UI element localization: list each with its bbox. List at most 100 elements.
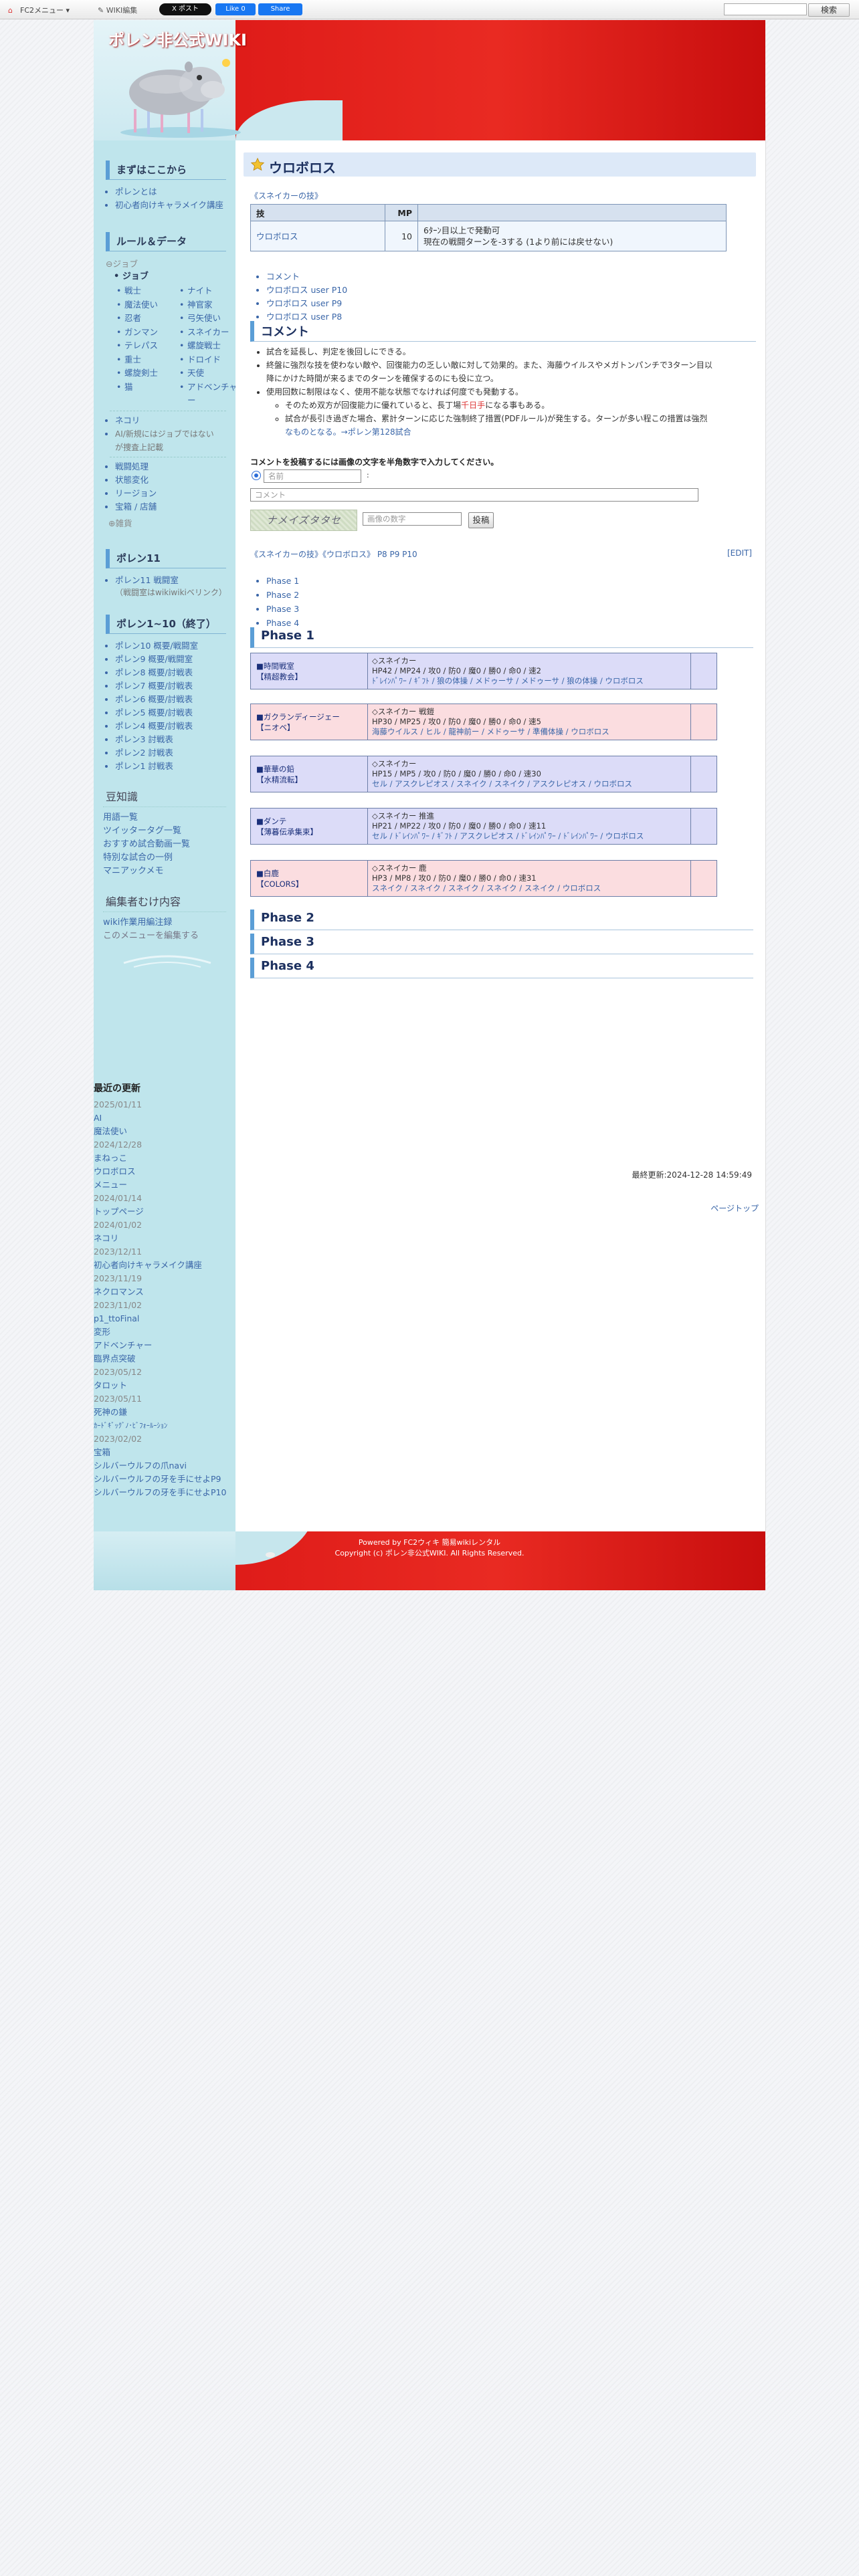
name-radio-button[interactable] (252, 471, 261, 480)
recent-page[interactable]: 宝箱 (94, 1446, 235, 1459)
recent-page[interactable]: シルバーウルフの牙を手にせよP9 (94, 1473, 235, 1486)
comment-input[interactable]: コメント (250, 488, 698, 502)
sidebar-item-status[interactable]: 状態変化 (115, 473, 227, 487)
hippo-logo-icon (120, 59, 241, 138)
sidebar-item-past-season[interactable]: ポレン7 概要/討戦表 (115, 679, 227, 693)
job-link[interactable]: ドロイド (179, 353, 240, 367)
recent-page[interactable]: 変形 (94, 1325, 235, 1339)
sidebar-item-past-season[interactable]: ポレン6 概要/討戦表 (115, 693, 227, 706)
recent-page[interactable]: AI (94, 1111, 235, 1125)
sidebar-item-battle[interactable]: 戦闘処理 (115, 460, 227, 473)
job-link[interactable]: ナイト (179, 284, 240, 298)
facebook-like-button[interactable]: Like 0 (215, 3, 256, 15)
recent-page[interactable]: p1_ttoFinal (94, 1312, 235, 1325)
category-link[interactable]: 《スネイカーの技》 (250, 190, 322, 201)
job-link[interactable]: ガンマン (116, 326, 179, 340)
sidebar-item-region[interactable]: リージョン (115, 487, 227, 500)
sidebar-item-past-season[interactable]: ポレン2 討戦表 (115, 746, 227, 760)
trivia-link[interactable]: 用語一覧 (103, 811, 226, 825)
site-title[interactable]: ポレン非公式WIKI (108, 27, 247, 50)
recent-page[interactable]: ネコリ (94, 1232, 235, 1245)
sidebar-item-treasure[interactable]: 宝箱 / 店舗 (115, 500, 227, 514)
page-top-link[interactable]: ページトップ (710, 1202, 759, 1214)
skill-effect-cell: 6ﾀｰﾝ目以上で発動可 現在の戦闘ターンを-3する (1より前には戻せない) (417, 221, 727, 251)
x-post-button[interactable]: X ポスト (159, 3, 211, 15)
sidebar-item-past-season[interactable]: ポレン5 概要/討戦表 (115, 706, 227, 720)
job-link[interactable]: 螺旋剣士 (116, 366, 179, 381)
recent-page[interactable]: タロット (94, 1379, 235, 1392)
job-subheading[interactable]: • ジョブ (106, 270, 235, 284)
phase-toc: Phase 1 Phase 2 Phase 3 Phase 4 (250, 574, 299, 630)
recent-page[interactable]: ネクロマンス (94, 1285, 235, 1299)
facebook-share-button[interactable]: Share (258, 3, 302, 15)
fc2-menu[interactable]: ⌂ FC2メニュー ▾ (8, 5, 70, 15)
job-link[interactable]: アドベンチャー (179, 381, 240, 408)
job-link[interactable]: スネイカー (179, 326, 240, 340)
phase-toc-link[interactable]: Phase 2 (266, 588, 299, 602)
misc-collapse-toggle[interactable]: ⊕雑貨 (108, 516, 235, 529)
sidebar-item-nekori[interactable]: ネコリ (115, 414, 227, 427)
job-link[interactable]: 重士 (116, 353, 179, 367)
job-link[interactable]: テレパス (116, 339, 179, 353)
sidebar-item-about[interactable]: ポレンとは (115, 185, 227, 199)
captcha-input[interactable]: 画像の数字 (363, 512, 462, 526)
phase-toc-link[interactable]: Phase 3 (266, 602, 299, 616)
post-comment-button[interactable]: 投稿 (468, 512, 494, 528)
name-input[interactable]: 名前 (264, 469, 361, 483)
job-link[interactable]: 猫 (116, 381, 179, 408)
recent-page[interactable]: 死神の鎌 (94, 1406, 235, 1419)
sidebar-item-ai-note[interactable]: AI/新規にはジョブではないが捜査上記載 (115, 427, 227, 454)
sidebar-heading-start: まずはここから (106, 160, 226, 180)
sidebar-item-past-season[interactable]: ポレン4 概要/討戦表 (115, 720, 227, 733)
toc-link[interactable]: ウロボロス user P9 (266, 297, 347, 310)
sidebar-item-past-season[interactable]: ポレン9 概要/戦闘室 (115, 653, 227, 666)
job-link[interactable]: 天使 (179, 366, 240, 381)
recent-page[interactable]: 臨界点突破 (94, 1352, 235, 1366)
recent-page[interactable]: メニュー (94, 1178, 235, 1192)
toc-link[interactable]: ウロボロス user P10 (266, 284, 347, 297)
search-button[interactable]: 検索 (808, 3, 850, 17)
recent-page[interactable]: シルバーウルフの爪navi (94, 1459, 235, 1473)
job-link[interactable]: 螺旋戦士 (179, 339, 240, 353)
editor-link[interactable]: wiki作業用編注録 (103, 916, 226, 930)
job-link[interactable]: 戦士 (116, 284, 179, 298)
recent-page[interactable]: トップページ (94, 1205, 235, 1218)
sidebar-heading-p11: ポレン11 (106, 548, 226, 568)
last-updated: 最終更新:2024-12-28 14:59:49 (632, 1170, 753, 1180)
edit-section-link[interactable]: [EDIT] (727, 548, 752, 558)
trivia-link[interactable]: ツイッタータグ一覧 (103, 825, 226, 838)
sidebar-item-past-season[interactable]: ポレン3 討戦表 (115, 733, 227, 746)
recent-page[interactable]: ウロボロス (94, 1165, 235, 1178)
job-collapse-toggle[interactable]: ⊖ジョブ (106, 257, 235, 270)
footer-powered[interactable]: Powered by FC2ウィキ 簡易wikiレンタル (94, 1537, 765, 1547)
recent-page[interactable]: 初心者向けキャラメイク講座 (94, 1259, 235, 1272)
search-input[interactable] (724, 3, 807, 15)
job-link[interactable]: 弓矢使い (179, 312, 240, 326)
sidebar-item-past-season[interactable]: ポレン1 討戦表 (115, 760, 227, 773)
trivia-link[interactable]: マニアックメモ (103, 865, 226, 878)
wiki-edit-link[interactable]: ✎ WIKI編集 (98, 5, 137, 15)
edit-menu-link[interactable]: このメニューを編集する (103, 930, 226, 943)
start-list: ポレンとは 初心者向けキャラメイク講座 (106, 185, 235, 212)
recent-page[interactable]: アドベンチャー (94, 1339, 235, 1352)
job-link[interactable]: 神官家 (179, 298, 240, 312)
phase-toc-link[interactable]: Phase 1 (266, 574, 299, 588)
sidebar-item-p11-battle[interactable]: ポレン11 戦闘室 (115, 574, 227, 587)
trivia-link[interactable]: 特別な試合の一例 (103, 851, 226, 865)
recent-heading: 最近の更新 (94, 1083, 140, 1094)
toc-list: コメント ウロボロス user P10 ウロボロス user P9 ウロボロス … (250, 270, 347, 324)
job-link[interactable]: 忍者 (116, 312, 179, 326)
recent-page[interactable]: ｶｰﾄﾞｷﾞｯｸﾞﾉ･ﾋﾞﾌｫｰﾙｰｼｮﾝ (94, 1419, 235, 1432)
recent-page[interactable]: まねっこ (94, 1152, 235, 1165)
recent-page[interactable]: 魔法使い (94, 1125, 235, 1138)
sidebar-item-past-season[interactable]: ポレン8 概要/討戦表 (115, 666, 227, 679)
sidebar-item-beginner-guide[interactable]: 初心者向けキャラメイク講座 (115, 199, 227, 212)
phase-nav-links[interactable]: 《スネイカーの技》《ウロボロス》 P8 P9 P10 (250, 548, 417, 560)
recent-date: 2025/01/11 (94, 1099, 142, 1109)
trivia-link[interactable]: おすすめ試合動画一覧 (103, 838, 226, 851)
sidebar-item-past-season[interactable]: ポレン10 概要/戦闘室 (115, 639, 227, 653)
skill-name-cell[interactable]: ウロボロス (250, 221, 385, 251)
job-link[interactable]: 魔法使い (116, 298, 179, 312)
toc-link[interactable]: コメント (266, 270, 347, 284)
recent-page[interactable]: シルバーウルフの牙を手にせよP10 (94, 1486, 235, 1499)
